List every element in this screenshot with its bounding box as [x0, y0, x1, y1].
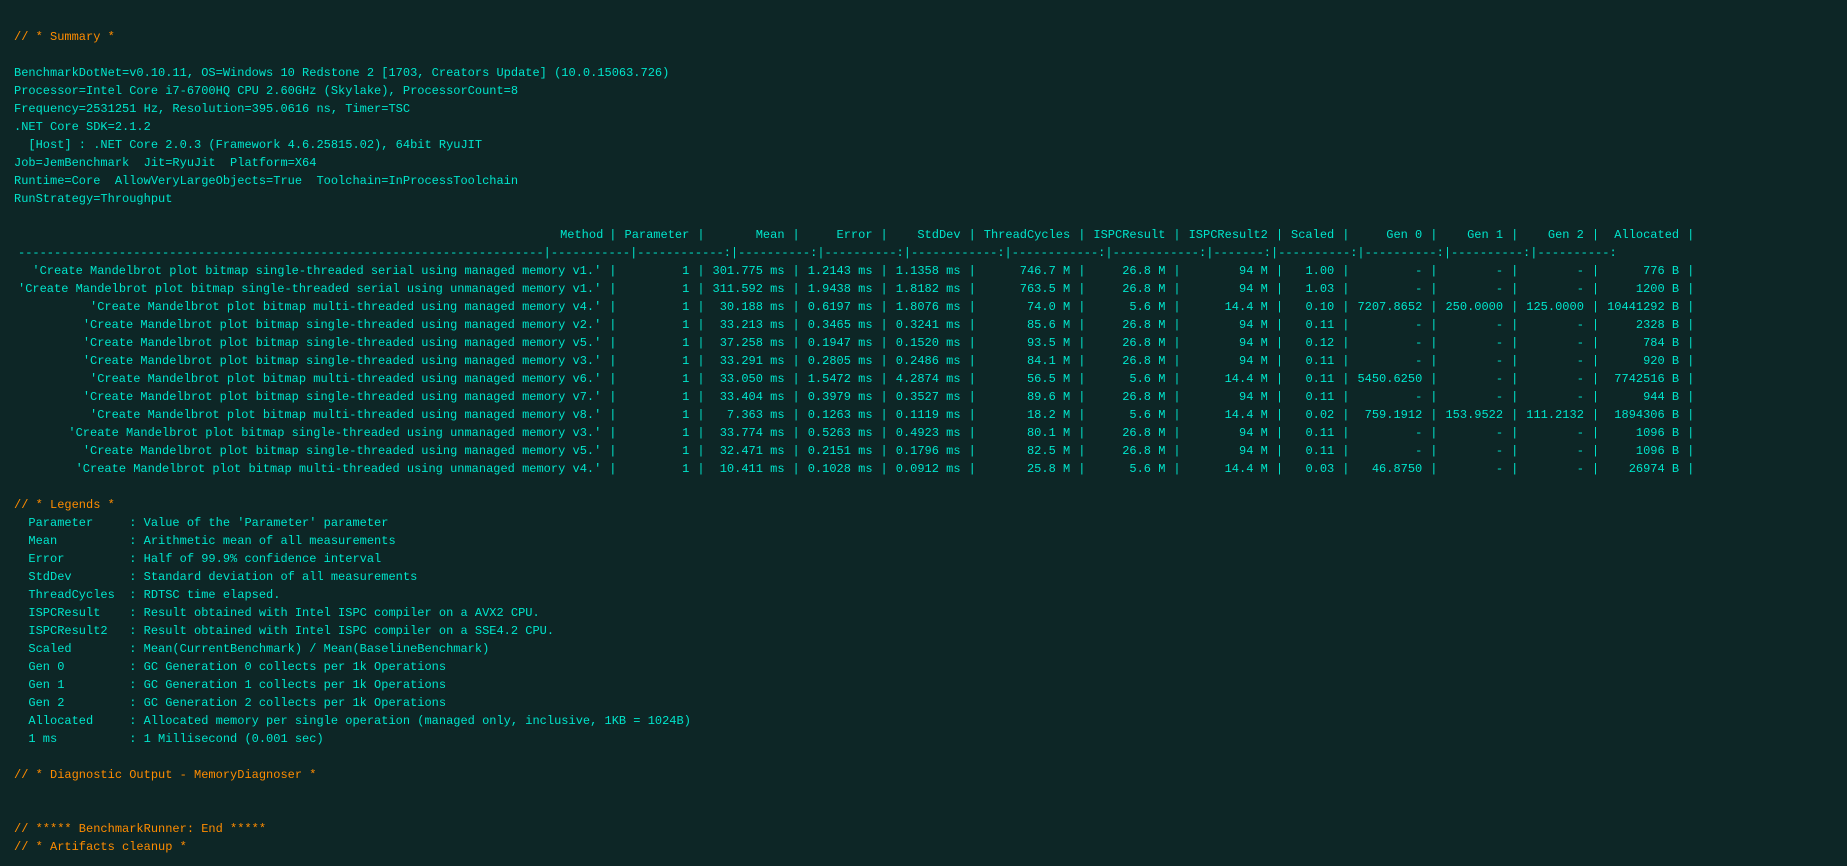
table-row: 'Create Mandelbrot plot bitmap single-th…: [14, 442, 1698, 460]
legend-item: ISPCResult : Result obtained with Intel …: [14, 604, 1833, 622]
env-line: .NET Core SDK=2.1.2: [14, 118, 1833, 136]
legend-item: ThreadCycles : RDTSC time elapsed.: [14, 586, 1833, 604]
env-line: Processor=Intel Core i7-6700HQ CPU 2.60G…: [14, 82, 1833, 100]
env-line: Frequency=2531251 Hz, Resolution=395.061…: [14, 100, 1833, 118]
table-row: 'Create Mandelbrot plot bitmap single-th…: [14, 334, 1698, 352]
table-row: 'Create Mandelbrot plot bitmap single-th…: [14, 262, 1698, 280]
legend-item: Mean : Arithmetic mean of all measuremen…: [14, 532, 1833, 550]
env-line: [Host] : .NET Core 2.0.3 (Framework 4.6.…: [14, 136, 1833, 154]
env-info: BenchmarkDotNet=v0.10.11, OS=Windows 10 …: [14, 64, 1833, 208]
legend-item: StdDev : Standard deviation of all measu…: [14, 568, 1833, 586]
legends-section: // * Legends * Parameter : Value of the …: [14, 496, 1833, 748]
env-line: RunStrategy=Throughput: [14, 190, 1833, 208]
table-row: 'Create Mandelbrot plot bitmap single-th…: [14, 424, 1698, 442]
table-row: 'Create Mandelbrot plot bitmap multi-thr…: [14, 370, 1698, 388]
env-line: Job=JemBenchmark Jit=RyuJit Platform=X64: [14, 154, 1833, 172]
empty-line-2: [14, 46, 1833, 64]
empty-line-1: [14, 10, 1833, 28]
diagnostic-comment: // * Diagnostic Output - MemoryDiagnoser…: [14, 766, 1833, 784]
cleanup-comment: // * Artifacts cleanup *: [14, 838, 1833, 856]
legends-comment: // * Legends *: [14, 496, 1833, 514]
table-header-row: Method | Parameter | Mean | Error | StdD…: [14, 226, 1698, 244]
legend-item: Scaled : Mean(CurrentBenchmark) / Mean(B…: [14, 640, 1833, 658]
legend-item: Allocated : Allocated memory per single …: [14, 712, 1833, 730]
legend-item: Parameter : Value of the 'Parameter' par…: [14, 514, 1833, 532]
env-line: BenchmarkDotNet=v0.10.11, OS=Windows 10 …: [14, 64, 1833, 82]
summary-comment: // * Summary *: [14, 28, 1833, 46]
legend-item: Gen 1 : GC Generation 1 collects per 1k …: [14, 676, 1833, 694]
table-row: 'Create Mandelbrot plot bitmap multi-thr…: [14, 298, 1698, 316]
legend-item: Error : Half of 99.9% confidence interva…: [14, 550, 1833, 568]
empty-line-3: [14, 208, 1833, 226]
terminal-output: // * Summary * BenchmarkDotNet=v0.10.11,…: [14, 10, 1833, 226]
table-row: 'Create Mandelbrot plot bitmap multi-thr…: [14, 406, 1698, 424]
table-divider-row: ----------------------------------------…: [14, 244, 1698, 262]
table-row: 'Create Mandelbrot plot bitmap single-th…: [14, 316, 1698, 334]
empty-line-7: [14, 802, 1833, 820]
env-line: Runtime=Core AllowVeryLargeObjects=True …: [14, 172, 1833, 190]
empty-line-5: [14, 748, 1833, 766]
table-row: 'Create Mandelbrot plot bitmap single-th…: [14, 388, 1698, 406]
empty-line-6: [14, 784, 1833, 802]
legend-item: 1 ms : 1 Millisecond (0.001 sec): [14, 730, 1833, 748]
legend-item: Gen 2 : GC Generation 2 collects per 1k …: [14, 694, 1833, 712]
empty-line-4: [14, 478, 1833, 496]
benchmark-table-container: Method | Parameter | Mean | Error | StdD…: [14, 226, 1833, 478]
end-comment: // ***** BenchmarkRunner: End *****: [14, 820, 1833, 838]
table-row: 'Create Mandelbrot plot bitmap single-th…: [14, 280, 1698, 298]
table-row: 'Create Mandelbrot plot bitmap multi-thr…: [14, 460, 1698, 478]
benchmark-table: Method | Parameter | Mean | Error | StdD…: [14, 226, 1698, 478]
table-row: 'Create Mandelbrot plot bitmap single-th…: [14, 352, 1698, 370]
legend-item: ISPCResult2 : Result obtained with Intel…: [14, 622, 1833, 640]
legend-item: Gen 0 : GC Generation 0 collects per 1k …: [14, 658, 1833, 676]
